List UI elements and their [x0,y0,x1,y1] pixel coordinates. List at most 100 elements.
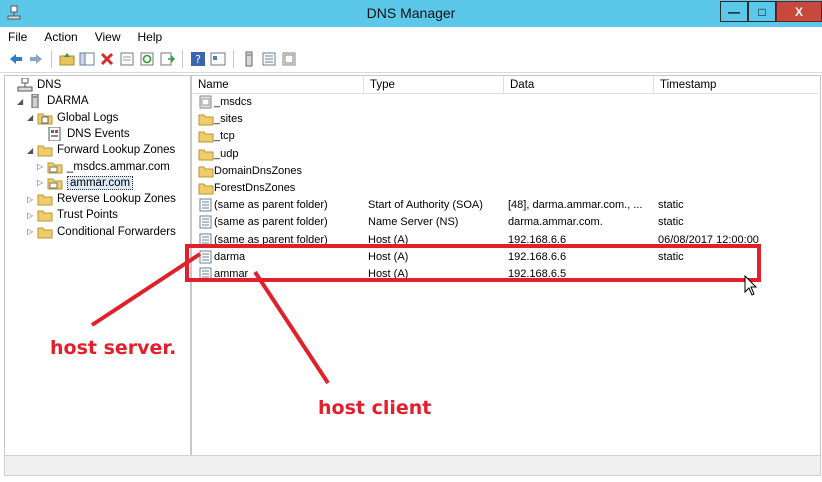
tree-item-label: DARMA [47,95,89,108]
status-bar [0,476,822,482]
expander-icon[interactable]: ▷ [37,162,47,171]
up-folder-icon[interactable] [59,51,75,67]
help-icon[interactable]: ? [190,51,206,67]
properties-icon[interactable] [119,51,135,67]
cell-name: DomainDnsZones [214,164,303,177]
annotation-host-client: host client [318,397,432,419]
delegated-zone-icon [198,95,212,109]
tree-item[interactable]: DNS Events [37,126,130,142]
expander-icon[interactable]: ▷ [37,178,47,187]
event-log-icon [47,126,63,142]
tree-item-label: ammar.com [67,175,134,190]
tree-item[interactable]: DNS [7,77,61,93]
zone-icon [47,160,63,174]
cell-name: _msdcs [214,96,252,108]
tree-item-label: Global Logs [57,111,119,124]
server-icon[interactable] [241,51,257,67]
menu-view[interactable]: View [87,30,130,44]
annotation-host-server: host server. [50,337,177,359]
menu-file[interactable]: File [0,30,36,44]
details-icon[interactable] [281,51,297,67]
folder-icon [198,147,214,161]
tree-item-label: Reverse Lookup Zones [57,193,176,206]
maximize-button[interactable]: □ [748,1,776,22]
tree-item[interactable]: ◢ DARMA [17,93,89,109]
table-row[interactable]: ForestDnsZones [192,180,818,197]
expander-icon[interactable]: ▷ [27,195,37,204]
table-row[interactable]: DomainDnsZones [192,163,818,180]
table-row[interactable]: _udp [192,146,818,163]
toolbar-separator [51,50,52,68]
table-row[interactable]: (same as parent folder) Start of Authorit… [192,197,818,214]
expander-icon[interactable]: ▷ [27,227,37,236]
cell-data: darma.ammar.com. [508,216,603,229]
folder-icon [198,181,214,195]
expander-icon[interactable]: ▷ [27,211,37,220]
folder-icon [37,192,53,206]
tree-item[interactable]: ▷ Trust Points [27,207,118,223]
table-row[interactable]: _sites [192,111,818,128]
toolbar-separator [182,50,183,68]
refresh-icon[interactable] [139,51,155,67]
tree-item-label: Conditional Forwarders [57,225,176,238]
export-icon[interactable] [159,51,175,67]
show-hide-tree-icon[interactable] [79,51,95,67]
folder-icon [198,164,214,178]
folder-icon [37,208,53,222]
delete-icon[interactable] [99,51,115,67]
cell-name: _sites [214,113,243,126]
tree-item-label: Trust Points [57,209,118,222]
table-row[interactable]: _tcp [192,128,818,145]
tree-item[interactable]: ◢ Forward Lookup Zones [27,142,175,158]
expander-icon[interactable]: ◢ [17,97,27,106]
folder-icon [37,143,53,157]
svg-text:?: ? [195,53,201,66]
tree-item[interactable]: ▷ _msdcs.ammar.com [37,159,170,175]
horizontal-scrollbar[interactable] [4,455,821,476]
folder-icon [37,225,53,239]
tree-item-label: DNS [37,79,62,91]
tree-item[interactable]: ◢ Global Logs [27,110,118,126]
tree-item[interactable]: ▷ Conditional Forwarders [27,224,176,240]
back-arrow-icon[interactable] [8,51,24,67]
table-row[interactable]: (same as parent folder) Name Server (NS) d… [192,214,818,231]
close-button[interactable]: X [776,1,822,22]
list-icon[interactable] [261,51,277,67]
menu-action[interactable]: Action [36,30,86,44]
cell-timestamp: static [658,216,684,229]
forward-arrow-icon[interactable] [28,51,44,67]
expander-icon[interactable]: ◢ [27,146,37,155]
table-row[interactable]: _msdcs [192,94,818,111]
server-icon [27,93,43,109]
menu-help[interactable]: Help [130,30,172,44]
folder-icon [198,112,214,126]
toolbar: ? [0,46,822,73]
column-header-name[interactable]: Name [192,76,364,94]
cell-name: ForestDnsZones [214,182,296,194]
cell-type: Start of Authority (SOA) [368,199,483,212]
maximize-icon: □ [758,4,766,19]
column-header-data[interactable]: Data [504,76,654,94]
tree-item[interactable]: ▷ ammar.com [37,175,134,191]
tree-item-label: Forward Lookup Zones [57,144,176,157]
console-tree-icon[interactable] [210,51,226,67]
expander-icon[interactable]: ◢ [27,113,37,122]
menu-bar: File Action View Help [0,27,822,46]
record-icon [198,215,212,229]
console-tree[interactable]: DNS ◢ DARMA ◢ Global Logs DNS Events ◢ Forward … [4,75,191,457]
minimize-button[interactable]: — [720,1,748,22]
zone-icon [47,176,63,190]
cell-name: (same as parent folder) [214,199,328,212]
highlight-box [185,244,761,282]
close-icon: X [794,4,803,19]
tree-item[interactable]: ▷ Reverse Lookup Zones [27,191,176,207]
minimize-icon: — [728,4,740,19]
column-header-timestamp[interactable]: Timestamp [654,76,818,94]
cell-data: [48], darma.ammar.com., ... [508,199,643,212]
cell-timestamp: static [658,199,684,212]
record-icon [198,198,212,212]
column-header-type[interactable]: Type [364,76,504,94]
cell-name: _tcp [214,130,235,143]
cell-type: Name Server (NS) [368,216,459,229]
folder-icon [198,129,214,143]
